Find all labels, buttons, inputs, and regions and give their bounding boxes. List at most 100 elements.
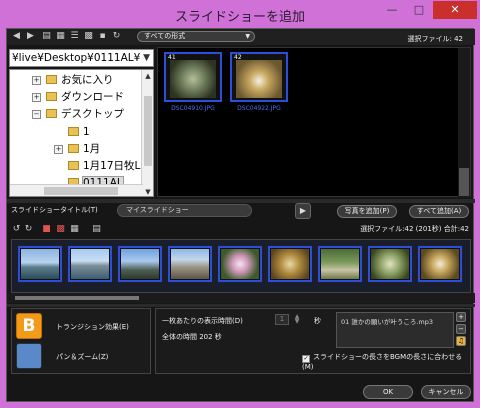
view-list-icon[interactable]: ☰ — [69, 31, 80, 42]
expand-toggle[interactable]: + — [32, 93, 41, 102]
pan-zoom-button[interactable]: パン＆ズーム(Z) — [16, 343, 148, 373]
forward-icon[interactable]: ▶ — [25, 31, 36, 42]
expand-toggle[interactable]: + — [54, 145, 63, 154]
slide-thumbnail[interactable] — [368, 246, 412, 282]
options-icon[interactable]: ▤ — [91, 224, 102, 235]
rotate-right-icon[interactable]: ↻ — [23, 224, 34, 235]
back-icon[interactable]: ◀ — [11, 31, 22, 42]
slideshow-filmstrip — [11, 239, 471, 293]
title-bar[interactable]: スライドショーを追加 — □ ✕ — [0, 0, 480, 28]
slide-image — [171, 249, 209, 279]
spin-down-icon[interactable]: ▼ — [295, 318, 300, 325]
delete-icon[interactable]: ■ — [41, 224, 52, 235]
folder-icon — [68, 144, 79, 153]
delete-all-icon[interactable]: ▩ — [55, 224, 66, 235]
seconds-unit: 秒 — [314, 317, 321, 325]
filmstrip-scrollbar[interactable] — [7, 293, 475, 303]
photo-image — [236, 60, 282, 98]
transition-icon: B — [16, 313, 42, 339]
scroll-thumb[interactable] — [459, 168, 469, 196]
scroll-up-icon[interactable]: ▲ — [142, 72, 153, 80]
slide-image — [121, 249, 159, 279]
folder-icon — [68, 127, 79, 136]
slide-image — [71, 249, 109, 279]
add-slideshow-window: スライドショーを追加 — □ ✕ ◀ ▶ ▤ ▦ ☰ ▩ ▪ ↻ すべての形式 … — [0, 0, 480, 408]
slideshow-info: 選択ファイル:42 (201秒) 合計:42 — [360, 225, 469, 233]
minimize-button[interactable]: — — [378, 1, 406, 19]
chevron-down-icon: ▼ — [245, 33, 250, 40]
slide-thumbnail[interactable] — [68, 246, 112, 282]
view-large-icon[interactable]: ▩ — [83, 31, 94, 42]
bgm-list[interactable]: 01 誰かの願いが叶うころ.mp3 — [336, 312, 454, 348]
music-note-icon[interactable]: ♫ — [456, 336, 466, 346]
ok-button[interactable]: OK — [363, 385, 413, 399]
expand-toggle[interactable]: + — [32, 76, 41, 85]
folder-icon — [46, 75, 57, 84]
slide-thumbnail[interactable] — [118, 246, 162, 282]
sort-icon[interactable]: ▦ — [69, 224, 80, 235]
cancel-button[interactable]: キャンセル — [421, 385, 471, 399]
slide-image — [421, 249, 459, 279]
duration-stepper[interactable]: ▲ ▼ — [293, 314, 301, 325]
slide-thumbnail[interactable] — [418, 246, 462, 282]
add-photo-button[interactable]: 写真を追加(P) — [337, 205, 397, 218]
browser-vertical-scrollbar[interactable] — [458, 48, 470, 198]
scroll-thumb[interactable] — [44, 187, 118, 195]
photo-filename: DSC04910.JPG — [171, 105, 215, 112]
remove-bgm-button[interactable]: − — [456, 324, 466, 334]
folder-icon — [46, 109, 57, 118]
rotate-left-icon[interactable]: ↺ — [11, 224, 22, 235]
file-type-filter[interactable]: すべての形式 ▼ — [137, 31, 255, 42]
tree-item-jan17[interactable]: 1月17日牧L — [68, 158, 140, 174]
bgm-item[interactable]: 01 誰かの願いが叶うころ.mp3 — [341, 318, 433, 326]
play-icon: ▶ — [299, 206, 307, 215]
slide-thumbnail[interactable] — [168, 246, 212, 282]
slide-image — [221, 249, 259, 279]
folder-up-icon[interactable]: ▤ — [41, 31, 52, 42]
divider — [7, 199, 475, 203]
maximize-button[interactable]: □ — [405, 1, 433, 19]
tree-item-downloads[interactable]: + ダウンロード — [32, 89, 124, 105]
new-folder-icon[interactable]: ▦ — [55, 31, 66, 42]
checkbox-tick[interactable]: ✓ — [302, 355, 310, 363]
refresh-icon[interactable]: ↻ — [111, 31, 122, 42]
effects-panel: B トランジション効果(E) パン＆ズーム(Z) — [11, 308, 151, 374]
add-bgm-button[interactable]: + — [456, 312, 466, 322]
chevron-down-icon[interactable]: ▼ — [143, 50, 150, 66]
scroll-thumb[interactable] — [144, 96, 152, 166]
view-small-icon[interactable]: ▪ — [97, 31, 108, 42]
photo-filename: DSC04922.JPG — [237, 105, 281, 112]
photo-thumbnail[interactable]: 42 — [230, 52, 288, 102]
path-combobox[interactable]: ¥live¥Desktop¥0111AL¥ ▼ — [9, 49, 154, 67]
slide-image — [371, 249, 409, 279]
tree-item-favorites[interactable]: + お気に入り — [32, 72, 114, 88]
scroll-thumb[interactable] — [15, 296, 139, 300]
folder-tree: + お気に入り + ダウンロード − デスクトップ 1 + 1月 1月17日牧L — [9, 69, 154, 197]
total-time: 全体の時間 202 秒 — [162, 333, 222, 341]
slide-image — [21, 249, 59, 279]
tree-horizontal-scrollbar[interactable] — [10, 184, 143, 196]
slide-thumbnail[interactable] — [318, 246, 362, 282]
slideshow-title-label: スライドショータイトル(T) — [11, 206, 98, 214]
slide-thumbnail[interactable] — [218, 246, 262, 282]
tree-item-desktop[interactable]: − デスクトップ — [32, 106, 124, 122]
browser-toolbar: ◀ ▶ ▤ ▦ ☰ ▩ ▪ ↻ すべての形式 ▼ 選択ファイル: 42 — [7, 29, 475, 45]
slide-thumbnail[interactable] — [18, 246, 62, 282]
fit-bgm-checkbox[interactable]: ✓ スライドショーの長さをBGMの長さに合わせる(M) — [302, 352, 470, 371]
divider — [7, 304, 475, 307]
slideshow-title-input[interactable]: マイスライドショー — [117, 204, 252, 217]
tree-item-1[interactable]: 1 — [68, 124, 90, 140]
play-preview-button[interactable]: ▶ — [295, 203, 311, 219]
photo-thumbnail[interactable]: 41 — [164, 52, 222, 102]
folder-icon — [46, 92, 57, 101]
tree-vertical-scrollbar[interactable]: ▲ ▼ — [141, 70, 153, 196]
tree-item-january[interactable]: + 1月 — [54, 141, 100, 157]
duration-input[interactable]: 1 — [275, 314, 289, 325]
close-button[interactable]: ✕ — [433, 1, 477, 19]
scroll-down-icon[interactable]: ▼ — [142, 188, 153, 196]
cube-icon — [16, 343, 42, 369]
collapse-toggle[interactable]: − — [32, 110, 41, 119]
transition-effect-button[interactable]: B トランジション効果(E) — [16, 313, 148, 343]
add-all-button[interactable]: すべて追加(A) — [409, 205, 469, 218]
slide-thumbnail[interactable] — [268, 246, 312, 282]
